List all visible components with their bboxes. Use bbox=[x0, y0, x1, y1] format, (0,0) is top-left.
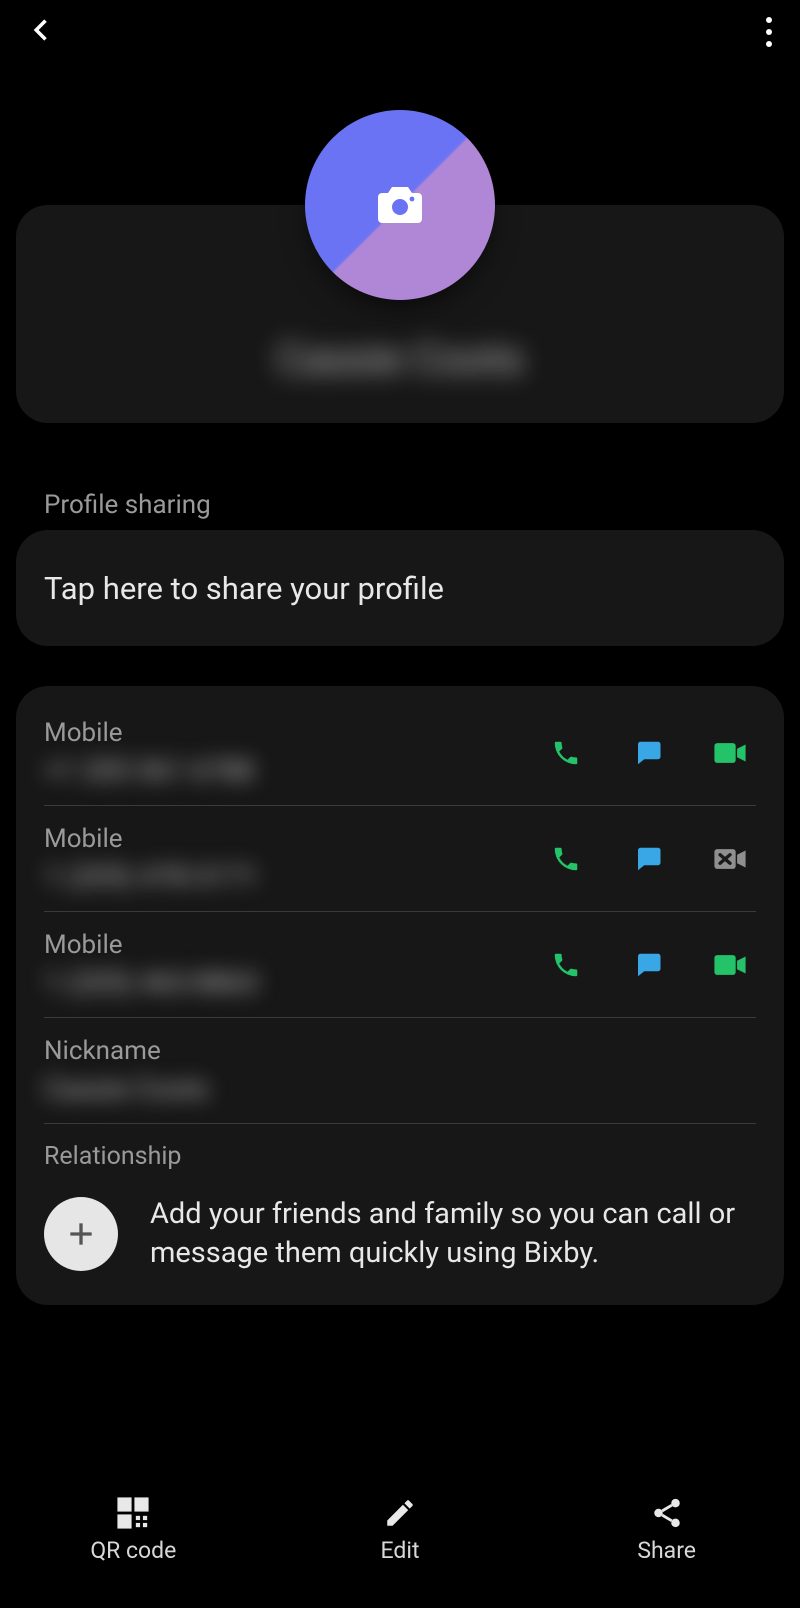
phone-row[interactable]: Mobile +1 205 561 6788 bbox=[44, 700, 756, 806]
phone-icon bbox=[549, 738, 583, 768]
nickname-row[interactable]: Nickname Cassie Coots bbox=[44, 1018, 756, 1124]
edit-label: Edit bbox=[381, 1537, 420, 1564]
plus-icon bbox=[65, 1218, 97, 1250]
phone-number: 1 (205) 478-3171 bbox=[44, 860, 548, 893]
phone-icon bbox=[549, 950, 583, 980]
message-button[interactable] bbox=[630, 841, 666, 877]
video-call-button[interactable] bbox=[712, 947, 748, 983]
avatar-edit-button[interactable] bbox=[305, 110, 495, 300]
header-bar bbox=[0, 0, 800, 64]
video-call-disabled-button[interactable] bbox=[712, 841, 748, 877]
phone-icon bbox=[549, 844, 583, 874]
dot-icon bbox=[766, 41, 772, 47]
message-button[interactable] bbox=[630, 947, 666, 983]
profile-sharing-text: Tap here to share your profile bbox=[44, 570, 444, 607]
relationship-hint-text: Add your friends and family so you can c… bbox=[150, 1195, 756, 1273]
call-button[interactable] bbox=[548, 947, 584, 983]
qr-code-button[interactable]: QR code bbox=[0, 1474, 267, 1584]
message-icon bbox=[631, 844, 665, 874]
dot-icon bbox=[766, 17, 772, 23]
video-icon bbox=[713, 950, 747, 980]
pencil-icon bbox=[383, 1496, 417, 1530]
phone-label: Mobile bbox=[44, 824, 548, 854]
profile-sharing-button[interactable]: Tap here to share your profile bbox=[16, 530, 784, 646]
qr-code-icon bbox=[116, 1496, 150, 1530]
phone-label: Mobile bbox=[44, 718, 548, 748]
phone-number: 1 (205) 463-8863 bbox=[44, 966, 548, 999]
more-options-button[interactable] bbox=[766, 17, 772, 47]
video-call-button[interactable] bbox=[712, 735, 748, 771]
share-button[interactable]: Share bbox=[533, 1474, 800, 1584]
call-button[interactable] bbox=[548, 841, 584, 877]
call-button[interactable] bbox=[548, 735, 584, 771]
camera-icon bbox=[376, 185, 424, 225]
phone-row[interactable]: Mobile 1 (205) 478-3171 bbox=[44, 806, 756, 912]
back-button[interactable] bbox=[28, 16, 56, 48]
share-label: Share bbox=[637, 1537, 696, 1564]
bottom-toolbar: QR code Edit Share bbox=[0, 1474, 800, 1584]
video-off-icon bbox=[713, 844, 747, 874]
phone-number: +1 205 561 6788 bbox=[44, 754, 548, 787]
edit-button[interactable]: Edit bbox=[267, 1474, 534, 1584]
relationship-label: Relationship bbox=[44, 1142, 756, 1171]
message-icon bbox=[631, 738, 665, 768]
add-relationship-button[interactable] bbox=[44, 1197, 118, 1271]
phone-label: Mobile bbox=[44, 930, 548, 960]
qr-code-label: QR code bbox=[90, 1537, 176, 1564]
relationship-section: Relationship Add your friends and family… bbox=[44, 1124, 756, 1273]
profile-sharing-label: Profile sharing bbox=[44, 490, 211, 520]
video-icon bbox=[713, 738, 747, 768]
details-card: Mobile +1 205 561 6788 Mobile 1 (205) 47… bbox=[16, 686, 784, 1305]
dot-icon bbox=[766, 29, 772, 35]
phone-row[interactable]: Mobile 1 (205) 463-8863 bbox=[44, 912, 756, 1018]
share-icon bbox=[650, 1496, 684, 1530]
nickname-value: Cassie Coots bbox=[44, 1072, 756, 1105]
message-button[interactable] bbox=[630, 735, 666, 771]
chevron-left-icon bbox=[28, 16, 56, 44]
message-icon bbox=[631, 950, 665, 980]
nickname-label: Nickname bbox=[44, 1036, 756, 1066]
contact-name: Cassie Coots bbox=[16, 335, 784, 384]
